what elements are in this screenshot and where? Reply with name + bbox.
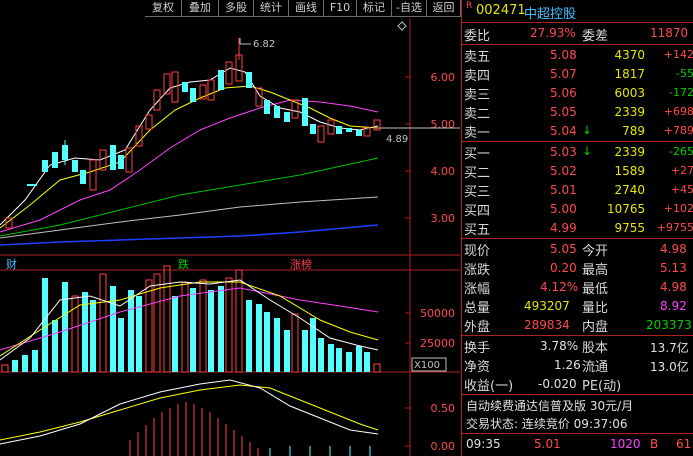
stock-code: 002471 [476, 3, 526, 18]
ma60-line [0, 157, 379, 237]
order-ratio-row: 委比 27.93% 委差 11870 [464, 26, 689, 44]
toolbar-statistics-button[interactable]: 统计 [254, 0, 289, 17]
chart-toolbar: 复权 叠加 多股 统计 画线 F10 标记 -自选 返回 [0, 0, 461, 18]
ma5-line [0, 67, 379, 226]
bid-row[interactable]: 买四 5.00 10765 +102 [462, 200, 693, 219]
trading-status: 交易状态: 连续竞价 09:37:06 [466, 417, 628, 431]
price-tick-label: 3.00 [431, 212, 456, 225]
price-tick-label: 4.00 [431, 165, 456, 178]
toolbar-mark-button[interactable]: 标记 [357, 0, 392, 17]
volume-bars [1, 265, 381, 373]
price-tick-label: 6.00 [431, 71, 456, 84]
bid-row[interactable]: 买五 4.99 9755 +9755 [462, 219, 693, 238]
volume-unit-label: X100 [414, 360, 440, 371]
diamond-icon[interactable] [397, 21, 407, 31]
order-diff-value: 11870 [650, 26, 689, 40]
macd-dif-line [0, 379, 379, 445]
fund-row: 收益(一) -0.020 PE(动) [464, 377, 622, 394]
toolbar-overlay-button[interactable]: 叠加 [182, 0, 219, 17]
order-ratio-value: 27.93% [530, 26, 576, 40]
stat-row: 涨跌 0.20 最高 5.13 [464, 261, 687, 278]
ask-row[interactable]: 卖二 5.05 2339 +698 [462, 103, 693, 122]
high-price-label: 6.82 [253, 39, 275, 50]
event-marker-finance[interactable]: 财 [6, 257, 17, 271]
macd-tick-label: 0.00 [431, 440, 456, 453]
fund-row: 换手 3.78% 股本 13.7亿 [464, 339, 689, 356]
quote-panel: R 002471 中超控股 委比 27.93% 委差 11870 卖五 5.08… [461, 0, 693, 456]
stock-name: 中超控股 [524, 7, 577, 22]
stat-row: 涨幅 4.12% 最低 4.98 [464, 280, 687, 297]
ask-row[interactable]: 卖一 5.04 ↓ 789 +789 [462, 122, 693, 141]
kline-chart[interactable]: 6.00 5.00 4.00 3.00 4.89 6.82 财 跌 涨榜 500… [0, 18, 460, 456]
stat-row: 现价 5.05 今开 4.98 [464, 242, 687, 259]
ma250-line [0, 224, 379, 246]
macd-dea-line [0, 384, 379, 441]
toolbar-f10-button[interactable]: F10 [324, 0, 357, 17]
price-tick-label: 5.00 [431, 118, 456, 131]
toolbar-draw-line-button[interactable]: 画线 [289, 0, 324, 17]
event-marker-rise-list[interactable]: 涨榜 [290, 257, 312, 271]
bid-row[interactable]: 买二 5.02 1589 +27 [462, 162, 693, 181]
rights-indicator: R [466, 1, 473, 11]
macd-histogram [129, 402, 371, 456]
ask-row[interactable]: 卖三 5.06 6003 -172 [462, 84, 693, 103]
arrow-down-icon: ↓ [582, 144, 593, 158]
arrow-down-icon: ↓ [582, 123, 593, 137]
stat-row: 外盘 289834 内盘 203373 [464, 318, 692, 335]
stat-row: 总量 493207 量比 8.92 [464, 299, 687, 316]
subscription-ad[interactable]: 自动续费通达信普及版 30元/月 [462, 396, 693, 414]
toolbar-restore-rights-button[interactable]: 复权 [145, 0, 182, 17]
ma120-line [0, 196, 379, 239]
volume-tick-label: 25000 [420, 337, 455, 350]
fund-row: 净资 1.26 流通 13.0亿 [464, 358, 689, 375]
volume-tick-label: 50000 [420, 307, 455, 320]
toolbar-watchlist-button[interactable]: -自选 [392, 0, 427, 17]
toolbar-back-button[interactable]: 返回 [427, 0, 461, 17]
bid-row[interactable]: 买一 5.03 ↓ 2339 -265 [462, 143, 693, 162]
candlesticks [5, 38, 381, 229]
bid-row[interactable]: 买三 5.01 2740 +45 [462, 181, 693, 200]
macd-tick-label: 0.50 [431, 402, 456, 415]
stock-header: R 002471 中超控股 [462, 1, 693, 22]
current-price-label: 4.89 [386, 134, 408, 145]
event-marker-drop[interactable]: 跌 [178, 257, 189, 271]
tick-row: 09:35 5.01 1020 B 61 [466, 437, 692, 451]
toolbar-multi-stock-button[interactable]: 多股 [219, 0, 254, 17]
ask-row[interactable]: 卖五 5.08 4370 +142 [462, 46, 693, 65]
ask-row[interactable]: 卖四 5.07 1817 -55 [462, 65, 693, 84]
